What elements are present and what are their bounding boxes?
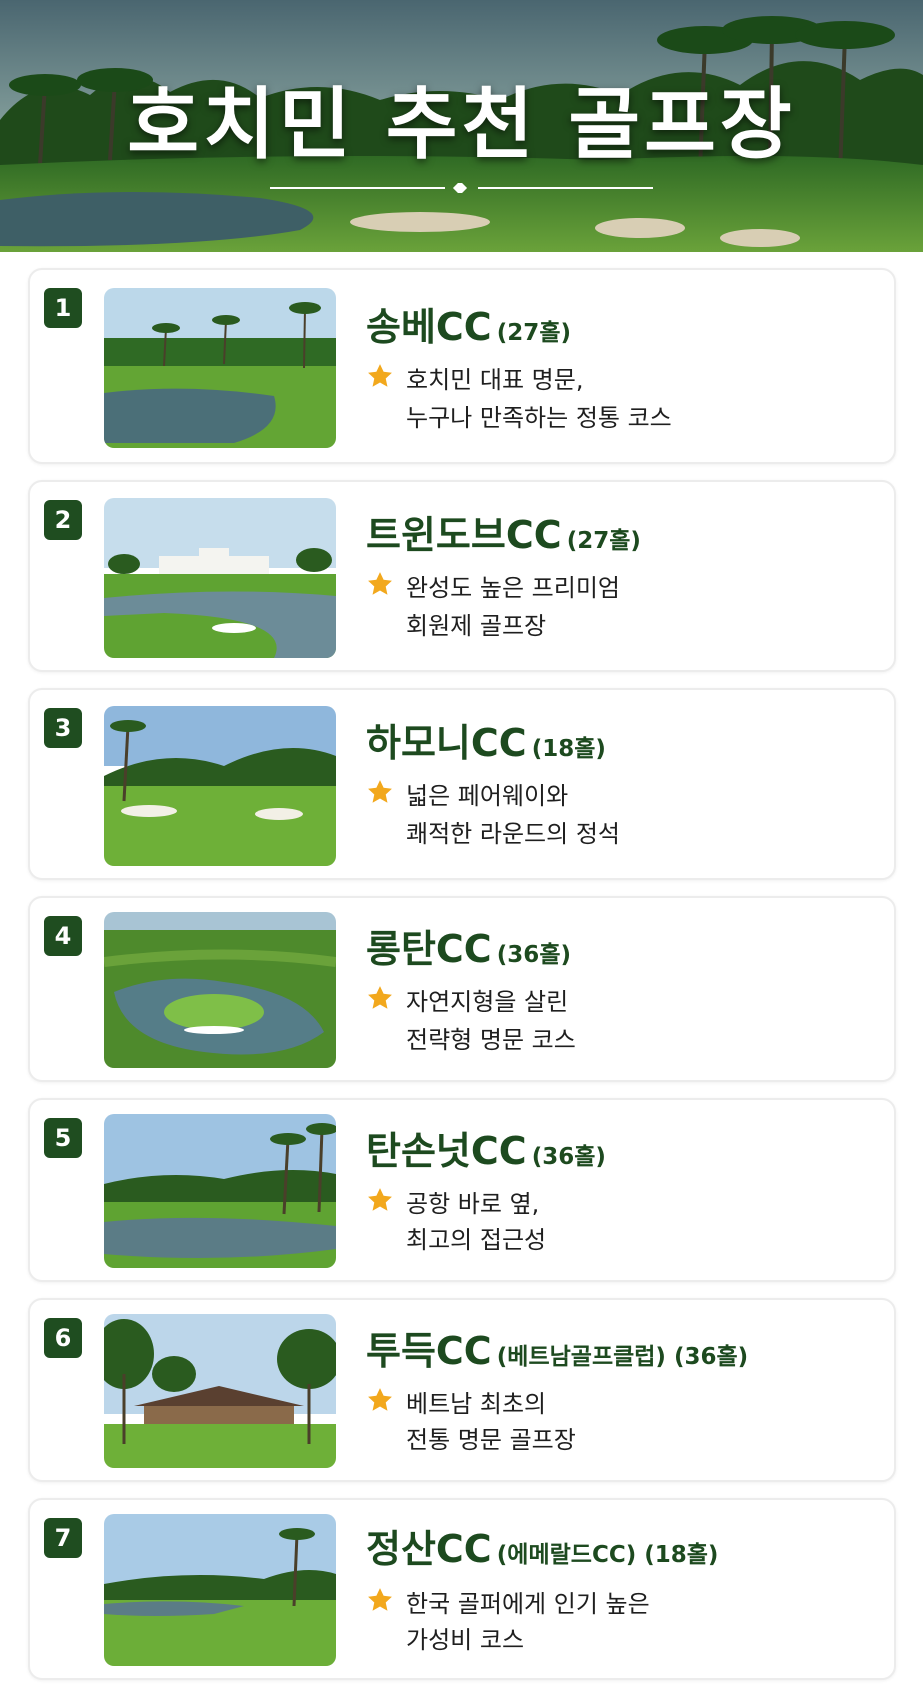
course-name: 롱탄CC (366, 927, 492, 971)
description-line-1: 호치민 대표 명문, (406, 366, 584, 394)
course-photo-tan-son-nhat (104, 1114, 336, 1268)
course-card-jeongsan[interactable]: 7 정산CC (에메랄드CC) (18홀) 한국 골퍼에게 인기 높은 가성비 (28, 1498, 896, 1680)
course-card-harmonie[interactable]: 3 하모니CC (18홀) 넓은 페어웨이와 쾌적한 라운드의 정석 (28, 688, 896, 880)
course-photo-long-thanh (104, 912, 336, 1068)
star-icon (368, 780, 392, 803)
course-title: 트윈도브CC (27홀) (366, 504, 641, 559)
star-icon (368, 986, 392, 1009)
course-title: 송베CC (27홀) (366, 296, 571, 351)
course-holes: (36홀) (531, 1144, 606, 1170)
course-name: 탄손넛CC (366, 1129, 527, 1173)
course-card-tan-son-nhat[interactable]: 5 탄손넛CC (36홀) 공항 바로 옆, 최고의 접근성 (28, 1098, 896, 1282)
page-title: 호치민 추천 골프장 (127, 80, 796, 170)
course-name: 정산CC (366, 1527, 492, 1571)
page: 호치민 추천 골프장 1 송베CC (27홀) 호치민 대표 명문, 누구나 만… (0, 0, 923, 1704)
star-icon (368, 364, 392, 387)
description-line-2: 회원제 골프장 (406, 612, 547, 640)
description-line-1: 넓은 페어웨이와 (406, 782, 569, 810)
star-icon (368, 572, 392, 595)
course-name: 송베CC (366, 305, 492, 349)
course-list: 1 송베CC (27홀) 호치민 대표 명문, 누구나 만족하는 정통 코스 2… (28, 268, 896, 1680)
hero-banner: 호치민 추천 골프장 (0, 0, 923, 252)
course-card-long-thanh[interactable]: 4 롱탄CC (36홀) 자연지형을 살린 전략형 명문 코스 (28, 896, 896, 1082)
star-icon (368, 1388, 392, 1411)
course-holes: (36홀) (496, 942, 571, 968)
course-photo-twin-doves (104, 498, 336, 658)
course-title: 투득CC (베트남골프클럽) (36홀) (366, 1320, 748, 1375)
course-title: 탄손넛CC (36홀) (366, 1120, 606, 1175)
course-card-songbe[interactable]: 1 송베CC (27홀) 호치민 대표 명문, 누구나 만족하는 정통 코스 (28, 268, 896, 464)
title-divider (270, 183, 653, 193)
course-title: 하모니CC (18홀) (366, 712, 606, 767)
course-holes: (27홀) (496, 320, 571, 346)
description-line-2: 가성비 코스 (406, 1626, 525, 1654)
course-holes: (에메랄드CC) (18홀) (496, 1542, 719, 1568)
course-holes: (베트남골프클럽) (36홀) (496, 1344, 749, 1370)
course-card-twin-doves[interactable]: 2 트윈도브CC (27홀) 완성도 높은 프리미엄 회원제 골프장 (28, 480, 896, 672)
description-line-1: 베트남 최초의 (406, 1390, 547, 1418)
description-line-1: 공항 바로 옆, (406, 1190, 540, 1218)
rank-badge: 7 (44, 1518, 82, 1558)
description-line-1: 완성도 높은 프리미엄 (406, 574, 620, 602)
description-line-2: 전략형 명문 코스 (406, 1026, 576, 1054)
course-holes: (27홀) (566, 528, 641, 554)
star-icon (368, 1588, 392, 1611)
rank-badge: 2 (44, 500, 82, 540)
rank-badge: 1 (44, 288, 82, 328)
course-photo-harmonie (104, 706, 336, 866)
description-line-2: 전통 명문 골프장 (406, 1426, 576, 1454)
description-line-2: 누구나 만족하는 정통 코스 (406, 404, 672, 432)
course-name: 하모니CC (366, 721, 527, 765)
description-line-1: 한국 골퍼에게 인기 높은 (406, 1590, 650, 1618)
course-photo-thu-duc (104, 1314, 336, 1468)
rank-badge: 3 (44, 708, 82, 748)
star-icon (368, 1188, 392, 1211)
course-title: 롱탄CC (36홀) (366, 918, 571, 973)
course-holes: (18홀) (531, 736, 606, 762)
course-photo-songbe (104, 288, 336, 448)
rank-badge: 5 (44, 1118, 82, 1158)
course-photo-jeongsan (104, 1514, 336, 1666)
rank-badge: 6 (44, 1318, 82, 1358)
course-card-thu-duc[interactable]: 6 투득CC (베트남골프클럽) (36홀) 베트남 최초의 전통 명문 골프장 (28, 1298, 896, 1482)
description-line-2: 쾌적한 라운드의 정석 (406, 820, 620, 848)
course-name: 투득CC (366, 1329, 492, 1373)
course-name: 트윈도브CC (366, 513, 562, 557)
rank-badge: 4 (44, 916, 82, 956)
description-line-1: 자연지형을 살린 (406, 988, 569, 1016)
course-title: 정산CC (에메랄드CC) (18홀) (366, 1518, 718, 1573)
description-line-2: 최고의 접근성 (406, 1226, 547, 1254)
